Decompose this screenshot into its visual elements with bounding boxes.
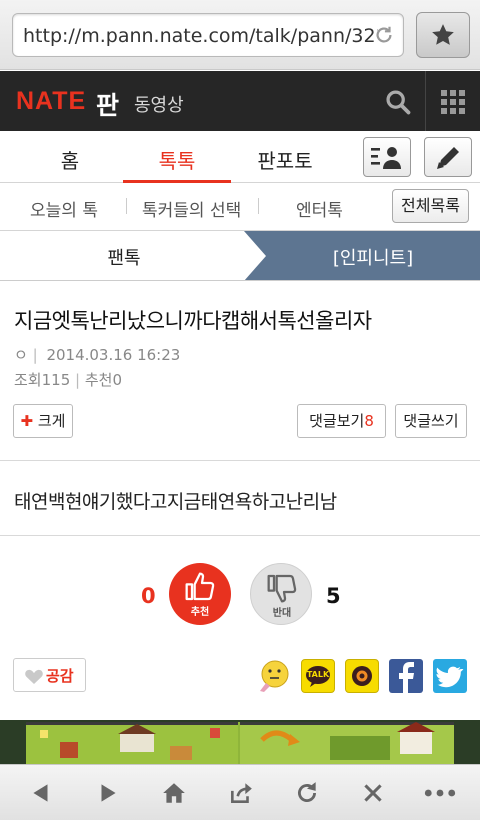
pencil-icon <box>437 147 459 169</box>
empathy-button[interactable]: 공감 <box>13 658 86 692</box>
plus-icon: ✚ <box>20 412 34 430</box>
url-field[interactable]: http://m.pann.nate.com/talk/pann/32176 <box>12 13 404 57</box>
twitter-bird-icon <box>436 666 464 688</box>
home-icon[interactable] <box>161 780 187 806</box>
share-twitter-icon[interactable] <box>433 659 467 693</box>
pann-logo[interactable]: 판 <box>96 86 119 122</box>
tab-home[interactable]: 홈 <box>40 145 100 174</box>
category-bar: 팬톡 [인피니트] <box>0 231 480 281</box>
post-date: 2014.03.16 16:23 <box>46 346 181 364</box>
article-title: 지금엣톡난리났으니까다캡해서톡선올리자 <box>14 309 372 333</box>
site-header: NATE 판 동영상 <box>0 71 480 131</box>
facebook-icon <box>399 662 414 693</box>
tab-panphoto[interactable]: 판포토 <box>245 145 325 174</box>
kakaotalk-label: TALK <box>306 670 330 679</box>
article-body: 태연백현얘기했다고지금태연욕하고난리남 <box>14 491 337 513</box>
write-button[interactable] <box>424 137 472 177</box>
article-stats: 조회115 | 추천0 <box>14 369 122 390</box>
ad-banner[interactable] <box>0 720 480 764</box>
my-page-button[interactable] <box>363 137 411 177</box>
share-kakaotalk-icon[interactable]: TALK <box>301 659 335 693</box>
more-icon[interactable] <box>424 780 456 806</box>
refresh-icon[interactable] <box>294 780 320 806</box>
font-bigger-label: 크게 <box>37 412 66 430</box>
write-comment-button[interactable]: 댓글쓰기 <box>395 404 467 438</box>
video-link[interactable]: 동영상 <box>134 91 184 117</box>
font-bigger-button[interactable]: ✚ 크게 <box>13 404 73 438</box>
upvote-label: 추천 <box>190 607 210 618</box>
view-comments-button[interactable]: 댓글보기8 <box>297 404 386 438</box>
empathy-label: 공감 <box>46 667 74 685</box>
sub-tabs: 오늘의 톡 톡커들의 선택 엔터톡 전체목록 <box>0 183 480 231</box>
main-tabs: 홈 톡톡 판포토 <box>0 131 480 183</box>
subtab-today-talk[interactable]: 오늘의 톡 <box>30 196 98 221</box>
upvote-count: 0 <box>141 584 156 608</box>
subtab-entertainment-talk[interactable]: 엔터톡 <box>296 196 343 221</box>
author-name[interactable]: ㅇ <box>14 346 28 364</box>
forward-icon[interactable] <box>95 780 121 806</box>
star-icon <box>432 24 454 45</box>
downvote-button[interactable]: 반대 <box>250 563 312 625</box>
share-kakaostory-icon[interactable] <box>345 659 379 693</box>
likes-count: 0 <box>112 371 123 389</box>
category-fantalk-label: 팬톡 <box>107 248 141 269</box>
nate-logo[interactable]: NATE <box>16 87 86 116</box>
likes-label: 추천 <box>84 371 113 389</box>
browser-url-bar: http://m.pann.nate.com/talk/pann/32176 <box>0 0 480 70</box>
full-list-button[interactable]: 전체목록 <box>392 189 469 223</box>
stats-separator: | <box>75 371 81 389</box>
heart-icon <box>25 669 43 684</box>
close-icon[interactable] <box>360 780 386 806</box>
header-divider <box>425 71 426 131</box>
view-comments-label: 댓글보기 <box>309 412 365 430</box>
thumbs-down-icon <box>267 574 297 603</box>
comment-count: 8 <box>364 412 374 430</box>
share-emoticon-icon[interactable] <box>257 659 291 693</box>
share-icon[interactable] <box>228 780 254 806</box>
views-label: 조회 <box>14 371 42 389</box>
upvote-button[interactable]: 추천 <box>169 563 231 625</box>
kakaostory-icon <box>352 666 372 686</box>
grid-menu-icon[interactable] <box>441 90 465 114</box>
category-infinite-label[interactable]: [인피니트] <box>266 244 480 270</box>
subtab-divider <box>258 198 259 214</box>
subtab-talkers-choice[interactable]: 톡커들의 선택 <box>142 196 241 221</box>
divider <box>0 535 480 536</box>
url-text[interactable]: http://m.pann.nate.com/talk/pann/32176 <box>23 25 378 47</box>
downvote-count: 5 <box>326 584 341 608</box>
reload-icon[interactable] <box>373 24 395 46</box>
bookmark-button[interactable] <box>416 12 470 58</box>
ad-banner-image <box>0 720 480 764</box>
back-icon[interactable] <box>28 780 54 806</box>
downvote-label: 반대 <box>272 608 292 619</box>
thumbs-up-icon <box>185 572 215 601</box>
category-fantalk[interactable]: 팬톡 <box>0 231 248 280</box>
tab-toktok[interactable]: 톡톡 <box>132 145 222 174</box>
browser-toolbar <box>0 764 480 820</box>
divider <box>0 460 480 461</box>
user-list-icon <box>371 147 401 169</box>
share-facebook-icon[interactable] <box>389 659 423 693</box>
search-icon[interactable] <box>384 88 412 116</box>
subtab-divider <box>126 198 127 214</box>
article-meta: ㅇ | 2014.03.16 16:23 <box>14 344 180 365</box>
views-count: 115 <box>41 371 71 389</box>
meta-separator: | <box>32 346 38 364</box>
